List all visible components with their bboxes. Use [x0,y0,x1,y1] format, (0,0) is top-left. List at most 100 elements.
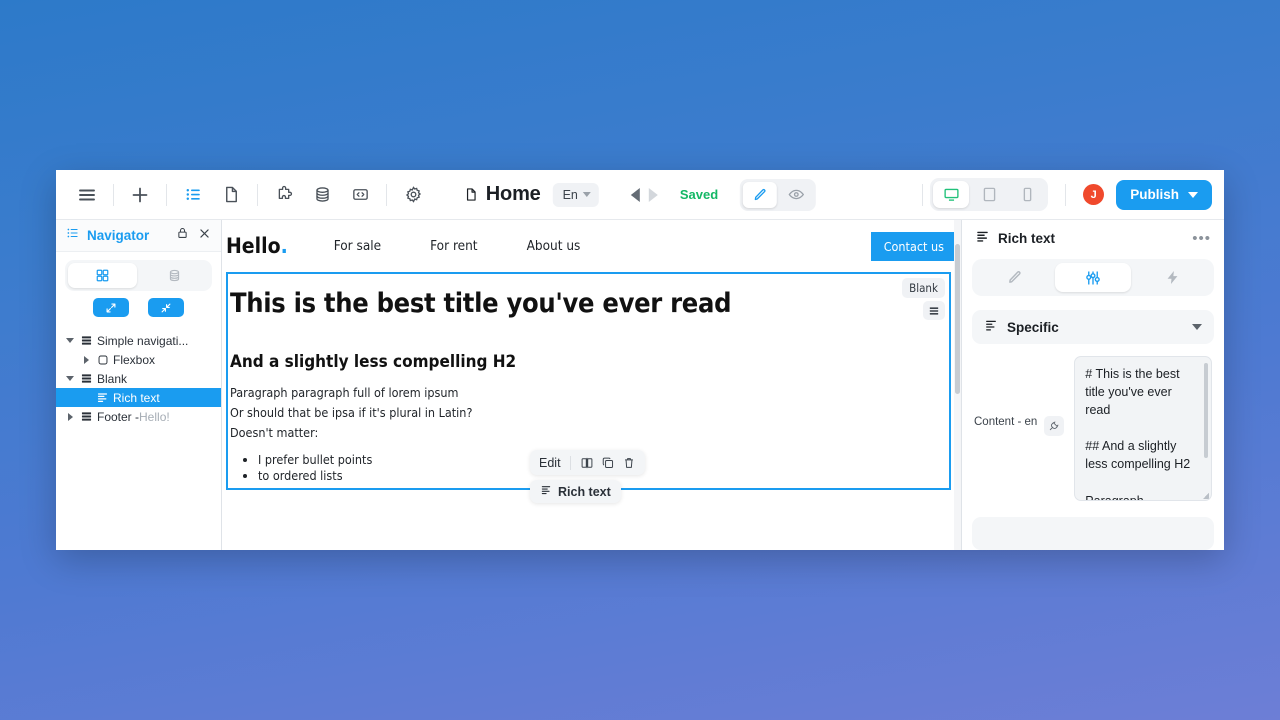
top-toolbar: Home En Saved J Publish [56,170,1224,220]
tree-item-label: Blank [97,371,128,386]
site-navbar: Hello. For sale For rent About us Contac… [222,220,961,272]
tree-item-sublabel: Hello! [139,409,170,424]
edit-button[interactable]: Edit [539,456,561,470]
content-h1: This is the best title you've ever read [230,288,732,319]
device-desktop-button[interactable] [933,181,970,208]
tree-item-label: Rich text [113,390,160,405]
twisty-closed-icon[interactable] [62,412,78,421]
plugin-icon[interactable] [265,179,303,211]
site-link-about-us[interactable]: About us [527,238,581,254]
move-icon[interactable] [580,456,594,470]
section-icon [78,334,95,347]
publish-label: Publish [1130,187,1179,202]
add-icon[interactable] [121,179,159,211]
divider [922,183,924,206]
navigator-tools [56,252,221,329]
tree-item-blank[interactable]: Blank [56,369,221,388]
canvas[interactable]: Hello. For sale For rent About us Contac… [222,220,962,550]
page-icon[interactable] [212,179,250,211]
site-link-for-sale[interactable]: For sale [334,238,381,254]
twisty-open-icon[interactable] [62,376,78,381]
rich-text-icon [975,229,990,249]
chevron-down-icon [582,192,591,197]
content-field-row: Content - en # This is the best title yo… [974,355,1212,501]
tree-item-label: Simple navigati... [97,333,189,348]
navigator-data-button[interactable] [140,263,209,288]
textarea-resize-handle[interactable] [1203,492,1209,499]
site-logo[interactable]: Hello. [226,234,288,258]
divider [166,183,167,206]
expand-all-button[interactable] [92,298,129,317]
section-icon [78,372,95,385]
element-type-tag[interactable]: Rich text [530,480,621,503]
page-icon-title [464,186,479,203]
canvas-scrollbar[interactable] [954,220,961,550]
site-preview: Hello. For sale For rent About us Contac… [222,220,961,490]
tab-style[interactable] [976,263,1052,292]
section-specific[interactable]: Specific [972,310,1214,344]
textarea-scrollbar-thumb[interactable] [1204,362,1208,458]
twisty-closed-icon[interactable] [78,355,94,364]
toolbar-right: J Publish [915,178,1212,211]
device-toggle [930,178,1049,211]
mode-edit-button[interactable] [743,181,778,208]
navigator-tree: Simple navigati... Flexbox Blank Rich te… [56,329,221,550]
properties-title: Rich text [998,231,1056,247]
content-paragraph-1: Paragraph paragraph full of lorem ipsum [230,385,459,400]
tree-item-label: Footer - [97,409,140,424]
tree-item-rich-text[interactable]: Rich text [56,388,221,407]
site-logo-text: Hello [226,234,281,258]
rich-text-icon [540,484,552,499]
undo-button[interactable] [630,187,640,202]
redo-button[interactable] [648,187,658,202]
navigator-view-toggle [65,260,212,291]
menu-icon[interactable] [68,179,106,211]
chevron-down-icon[interactable] [1192,324,1202,331]
avatar[interactable]: J [1083,184,1105,205]
device-tablet-button[interactable] [971,181,1007,208]
device-mobile-button[interactable] [1009,181,1045,208]
section-options-button[interactable] [923,301,945,320]
more-options-icon[interactable]: ••• [1192,230,1211,247]
site-contact-button[interactable]: Contact us [870,231,957,261]
duplicate-icon[interactable] [601,456,615,470]
code-icon[interactable] [341,179,379,211]
close-icon[interactable] [198,227,211,245]
content-paragraph-2: Or should that be ipsa if it's plural in… [230,405,473,420]
divider [257,183,258,206]
tree-item-footer[interactable]: Footer - Hello! [56,407,221,426]
element-type-label: Rich text [558,484,611,499]
rich-text-icon [984,318,998,337]
tab-interactions[interactable] [1134,263,1210,292]
lock-icon[interactable] [176,226,189,245]
content-paragraph-3: Doesn't matter: [230,425,319,440]
pages-list-icon[interactable] [174,179,212,211]
connect-data-icon[interactable] [1044,415,1065,436]
content-textarea[interactable]: # This is the best title you've ever rea… [1074,355,1212,501]
mode-toggle [740,178,817,211]
publish-button[interactable]: Publish [1116,179,1212,210]
toolbar-left-icons [68,179,432,211]
next-section-placeholder[interactable] [972,516,1214,550]
site-nav-links: For sale For rent About us [334,238,630,254]
mode-preview-button[interactable] [779,182,813,208]
section-specific-title: Specific [1007,319,1059,335]
canvas-scrollbar-thumb [955,244,960,394]
language-selector[interactable]: En [552,182,599,207]
site-link-for-rent[interactable]: For rent [430,238,477,254]
properties-panel: Rich text ••• Specific Content - en # Th… [962,220,1224,550]
site-logo-dot: . [280,234,288,258]
flexbox-icon [94,354,111,366]
content-field-label: Content - en [974,415,1038,428]
delete-icon[interactable] [622,456,636,470]
collapse-all-button[interactable] [148,298,185,317]
tree-item-simple-navigation[interactable]: Simple navigati... [56,331,221,350]
navigator-layers-button[interactable] [68,263,137,288]
content-h2: And a slightly less compelling H2 [230,352,517,372]
tab-settings[interactable] [1055,263,1131,293]
tree-item-flexbox[interactable]: Flexbox [56,350,221,369]
app-window: Home En Saved J Publish Navigator Simple… [56,170,1224,550]
twisty-open-icon[interactable] [62,338,78,343]
database-icon[interactable] [303,179,341,211]
settings-icon[interactable] [394,179,432,211]
